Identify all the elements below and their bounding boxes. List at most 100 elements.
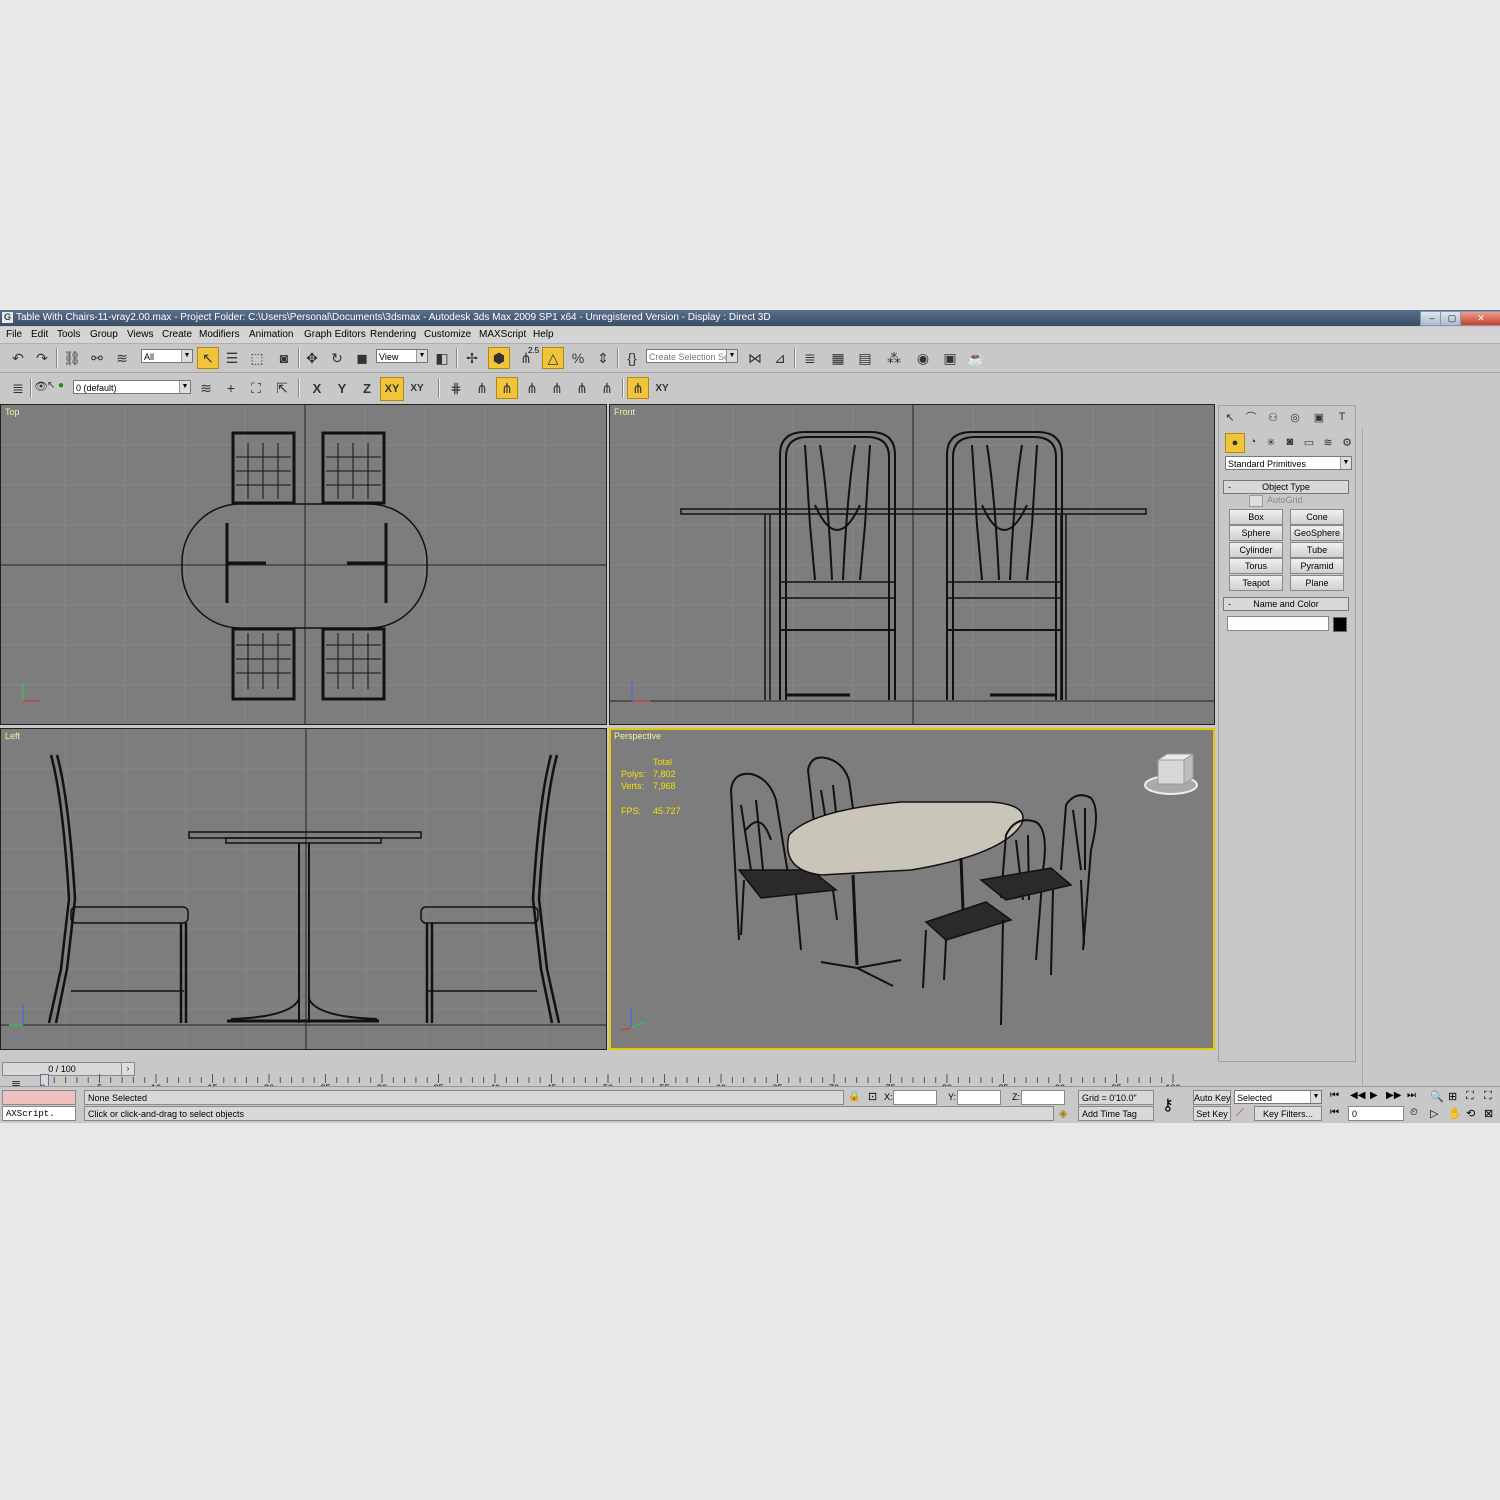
mirror-icon[interactable]: ⋈ — [745, 348, 765, 368]
eye-icon[interactable]: 👁 — [34, 380, 48, 393]
modify-tab-icon[interactable]: ⌒ — [1242, 408, 1260, 426]
menu-help[interactable]: Help — [533, 329, 554, 340]
snap-grid-icon[interactable]: ⋕ — [446, 378, 466, 398]
add-time-tag-button[interactable]: Add Time Tag — [1078, 1106, 1154, 1121]
go-to-end-icon[interactable]: ⏭ — [1407, 1090, 1416, 1101]
move-icon[interactable]: ✥ — [302, 348, 322, 368]
tube-button[interactable]: Tube — [1290, 542, 1344, 558]
axis-xy-cycle-button[interactable]: XY — [406, 377, 428, 399]
layer-manager-icon[interactable]: ≣ — [800, 348, 820, 368]
play-icon[interactable]: ▶ — [1370, 1090, 1378, 1101]
viewport-label-perspective[interactable]: Perspective — [614, 731, 661, 741]
menu-rendering[interactable]: Rendering — [370, 329, 416, 340]
keyboard-shortcut-override-icon[interactable]: ⬢ — [488, 347, 510, 369]
select-by-name-icon[interactable]: ☰ — [222, 348, 242, 368]
motion-tab-icon[interactable]: ◎ — [1286, 408, 1304, 426]
next-frame-icon[interactable]: ▶▶ — [1386, 1090, 1401, 1101]
add-to-layer-icon[interactable]: + — [221, 378, 241, 398]
axis-xy-button[interactable]: XY — [380, 377, 404, 401]
zoom-extents-icon[interactable]: ⛶ — [1466, 1090, 1474, 1103]
cameras-icon[interactable]: ◙ — [1281, 433, 1299, 451]
menu-create[interactable]: Create — [162, 329, 192, 340]
hierarchy-tab-icon[interactable]: ⚇ — [1264, 408, 1282, 426]
viewport-front[interactable]: Front — [609, 404, 1215, 725]
viewport-label-left[interactable]: Left — [5, 731, 20, 741]
zoom-icon[interactable]: 🔍 — [1430, 1090, 1444, 1103]
selection-filter-dropdown[interactable]: All ▼ — [141, 349, 193, 363]
default-tangent-icon[interactable]: ⟋ — [1236, 1107, 1244, 1120]
zoom-extents-all-icon[interactable]: ⛶ — [1484, 1090, 1492, 1103]
angle-snap-icon[interactable]: △ — [542, 347, 564, 369]
shapes-icon[interactable]: ◔ — [1244, 433, 1262, 451]
cone-button[interactable]: Cone — [1290, 509, 1344, 525]
snap-toggle-icon[interactable]: ⋔ — [627, 377, 649, 399]
menu-file[interactable]: File — [6, 329, 22, 340]
rendered-frame-icon[interactable]: ▣ — [940, 348, 960, 368]
snap-endpoint-icon[interactable]: ⋔ — [522, 378, 542, 398]
curve-editor-icon[interactable]: ▦ — [828, 348, 848, 368]
snap-pivot-icon[interactable]: ⋔ — [472, 378, 492, 398]
lights-icon[interactable]: ✳ — [1262, 433, 1280, 451]
object-name-field[interactable] — [1227, 616, 1329, 631]
primitive-category-dropdown[interactable]: Standard Primitives ▼ — [1225, 456, 1352, 470]
schematic-view-icon[interactable]: ▤ — [855, 348, 875, 368]
current-frame-field[interactable]: 0 — [1348, 1106, 1404, 1121]
create-tab-icon[interactable]: ↖ — [1221, 408, 1239, 426]
viewport-perspective[interactable]: Perspective Total Polys: 7,802 Verts: 7,… — [609, 728, 1215, 1050]
redo-icon[interactable]: ↷ — [32, 348, 52, 368]
snap-axis-constraint-icon[interactable]: XY — [652, 378, 672, 398]
undo-icon[interactable]: ↶ — [8, 348, 28, 368]
auto-key-button[interactable]: Auto Key — [1193, 1090, 1231, 1105]
menu-views[interactable]: Views — [127, 329, 154, 340]
menu-modifiers[interactable]: Modifiers — [199, 329, 240, 340]
key-filters-button[interactable]: Key Filters... — [1254, 1106, 1322, 1121]
percent-snap-icon[interactable]: % — [568, 348, 588, 368]
manipulate-icon[interactable]: ✢ — [462, 348, 482, 368]
pan-icon[interactable]: ✋ — [1448, 1107, 1462, 1120]
menu-customize[interactable]: Customize — [424, 329, 471, 340]
pyramid-button[interactable]: Pyramid — [1290, 558, 1344, 574]
render-teapot-icon[interactable]: ● — [58, 380, 64, 391]
torus-button[interactable]: Torus — [1229, 558, 1283, 574]
sphere-button[interactable]: Sphere — [1229, 525, 1283, 541]
create-layer-icon[interactable]: ≋ — [196, 378, 216, 398]
app-icon[interactable]: G — [2, 312, 13, 323]
time-tag-icon[interactable]: ◈ — [1059, 1107, 1067, 1120]
snap-vertex-icon[interactable]: ⋔ — [496, 377, 518, 399]
spinner-snap-icon[interactable]: ⇕ — [593, 348, 613, 368]
name-and-color-rollout[interactable]: - Name and Color — [1223, 597, 1349, 611]
menu-edit[interactable]: Edit — [31, 329, 48, 340]
geometry-icon[interactable]: ● — [1225, 433, 1245, 453]
box-button[interactable]: Box — [1229, 509, 1283, 525]
key-mode-dropdown[interactable]: Selected ▼ — [1234, 1090, 1322, 1104]
set-key-icon[interactable]: ⚷ — [1162, 1095, 1174, 1115]
select-object-icon[interactable]: ↖ — [197, 347, 219, 369]
field-of-view-icon[interactable]: ▷ — [1430, 1107, 1438, 1120]
axis-z-button[interactable]: Z — [356, 377, 378, 399]
close-button[interactable]: ✕ — [1460, 311, 1500, 326]
material-editor-icon[interactable]: ⁂ — [884, 348, 904, 368]
viewcube-icon[interactable] — [1144, 753, 1198, 795]
menu-animation[interactable]: Animation — [249, 329, 293, 340]
menu-tools[interactable]: Tools — [57, 329, 80, 340]
unlink-icon[interactable]: ⚯ — [87, 348, 107, 368]
window-crossing-icon[interactable]: ◙ — [274, 348, 294, 368]
rotate-icon[interactable]: ↻ — [327, 348, 347, 368]
object-type-rollout[interactable]: - Object Type — [1223, 480, 1349, 494]
layers-icon[interactable]: ≣ — [8, 378, 28, 398]
plane-button[interactable]: Plane — [1290, 575, 1344, 591]
zoom-all-icon[interactable]: ⊞ — [1448, 1090, 1457, 1103]
display-tab-icon[interactable]: ▣ — [1310, 408, 1328, 426]
menu-group[interactable]: Group — [90, 329, 118, 340]
menu-graph-editors[interactable]: Graph Editors — [304, 329, 366, 340]
object-color-swatch[interactable] — [1333, 617, 1347, 632]
named-selection-dropdown[interactable]: Create Selection Set ▼ — [646, 349, 738, 363]
geosphere-button[interactable]: GeoSphere — [1290, 525, 1344, 541]
freeze-icon[interactable]: ↖ — [47, 380, 55, 391]
y-coord-field[interactable] — [957, 1090, 1001, 1105]
set-key-button[interactable]: Set Key — [1193, 1106, 1231, 1121]
orbit-icon[interactable]: ⟲ — [1466, 1107, 1475, 1120]
snap-face-icon[interactable]: ⋔ — [572, 378, 592, 398]
edit-named-selection-icon[interactable]: {} — [622, 348, 642, 368]
previous-frame-icon[interactable]: ◀◀ — [1350, 1090, 1365, 1101]
